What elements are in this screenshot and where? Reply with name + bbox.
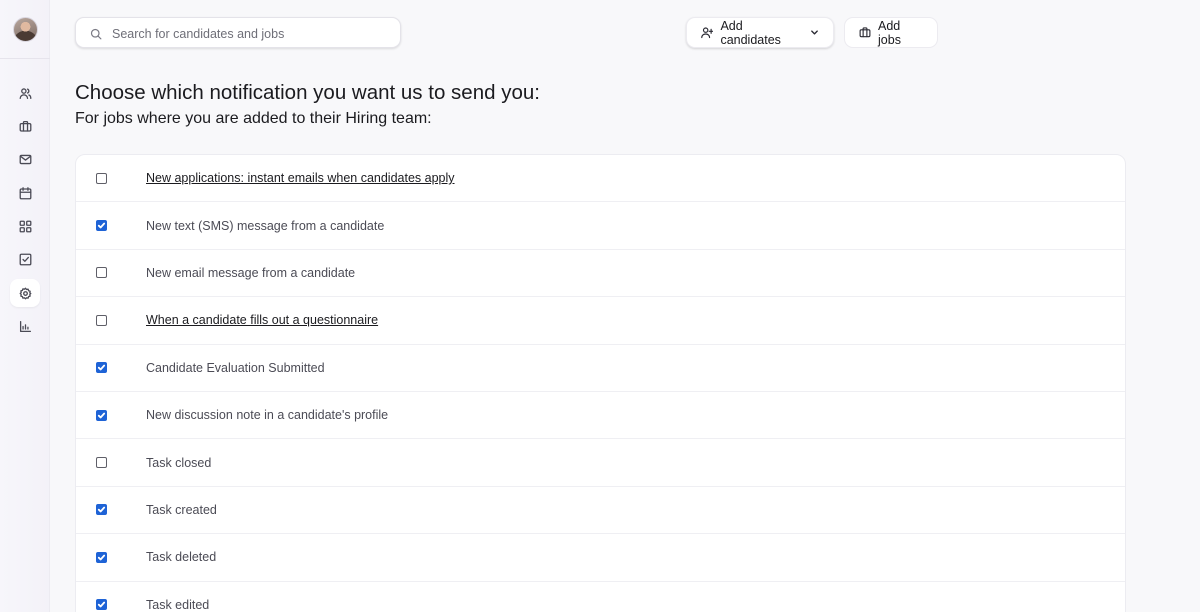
mail-icon bbox=[19, 154, 31, 164]
search-icon bbox=[90, 27, 102, 40]
notification-row: New applications: instant emails when ca… bbox=[76, 155, 1125, 203]
notification-label: Task edited bbox=[146, 597, 210, 612]
check-icon bbox=[97, 222, 106, 229]
notification-row: Task deleted bbox=[76, 534, 1125, 582]
sidebar-item-reports[interactable] bbox=[10, 312, 40, 340]
notification-row: Task edited bbox=[76, 582, 1125, 612]
sidebar-divider bbox=[0, 58, 50, 59]
sidebar-item-mail[interactable] bbox=[10, 145, 40, 173]
add-candidates-button[interactable]: Add candidates bbox=[686, 17, 834, 48]
notification-label[interactable]: When a candidate fills out a questionnai… bbox=[146, 313, 378, 327]
sidebar-item-candidates[interactable] bbox=[10, 79, 40, 107]
notification-checkbox[interactable] bbox=[96, 362, 107, 374]
jobs-icon bbox=[19, 120, 31, 132]
notification-row: When a candidate fills out a questionnai… bbox=[76, 297, 1125, 345]
add-candidates-label: Add candidates bbox=[720, 18, 781, 47]
check-icon bbox=[97, 364, 106, 371]
notification-row: New discussion note in a candidate's pro… bbox=[76, 392, 1125, 440]
notification-row: Task closed bbox=[76, 439, 1125, 487]
notification-checkbox[interactable] bbox=[96, 504, 107, 516]
sidebar-item-tasks[interactable] bbox=[10, 245, 40, 273]
sidebar-item-dashboard[interactable] bbox=[10, 212, 40, 240]
reports-icon bbox=[19, 320, 31, 332]
briefcase-icon bbox=[859, 27, 871, 38]
notification-list: New applications: instant emails when ca… bbox=[75, 154, 1126, 612]
check-icon bbox=[97, 554, 106, 561]
notification-checkbox[interactable] bbox=[96, 314, 107, 326]
sidebar-item-settings[interactable] bbox=[10, 279, 40, 307]
settings-icon bbox=[19, 287, 31, 299]
notification-checkbox[interactable] bbox=[96, 599, 107, 611]
notification-checkbox[interactable] bbox=[96, 220, 107, 232]
notification-checkbox[interactable] bbox=[96, 409, 107, 421]
notification-label: New text (SMS) message from a candidate bbox=[146, 218, 385, 233]
notification-label: Task closed bbox=[146, 455, 212, 470]
check-icon bbox=[97, 507, 106, 513]
notification-row: New text (SMS) message from a candidate bbox=[76, 202, 1125, 250]
add-user-icon bbox=[701, 27, 714, 39]
notification-row: New email message from a candidate bbox=[76, 250, 1125, 298]
notification-label: New email message from a candidate bbox=[146, 265, 356, 280]
page-title: Choose which notification you want us to… bbox=[75, 81, 540, 104]
search-box[interactable] bbox=[75, 17, 401, 48]
sidebar bbox=[0, 0, 50, 612]
tasks-icon bbox=[19, 253, 31, 265]
check-icon bbox=[97, 412, 106, 419]
dashboard-icon bbox=[19, 220, 31, 232]
notification-label: New discussion note in a candidate's pro… bbox=[146, 408, 389, 423]
notification-row: Task created bbox=[76, 487, 1125, 535]
chevron-down-icon bbox=[810, 26, 819, 40]
user-avatar[interactable] bbox=[13, 17, 38, 42]
notification-label[interactable]: New applications: instant emails when ca… bbox=[146, 171, 455, 185]
notification-label: Candidate Evaluation Submitted bbox=[146, 360, 325, 375]
notification-checkbox[interactable] bbox=[96, 457, 107, 469]
candidates-icon bbox=[19, 87, 31, 99]
add-jobs-label: Add jobs bbox=[878, 18, 901, 47]
section-subtitle: For jobs where you are added to their Hi… bbox=[75, 110, 432, 127]
search-input[interactable] bbox=[112, 24, 392, 44]
notification-checkbox[interactable] bbox=[96, 551, 107, 563]
notification-row: Candidate Evaluation Submitted bbox=[76, 345, 1125, 392]
check-icon bbox=[97, 601, 106, 608]
notification-label: Task deleted bbox=[146, 550, 217, 565]
notification-label: Task created bbox=[146, 502, 217, 517]
add-jobs-button[interactable]: Add jobs bbox=[844, 17, 938, 48]
sidebar-item-jobs[interactable] bbox=[10, 112, 40, 140]
notification-checkbox[interactable] bbox=[96, 267, 107, 279]
sidebar-item-calendar[interactable] bbox=[10, 179, 40, 207]
calendar-icon bbox=[19, 186, 31, 199]
notification-checkbox[interactable] bbox=[96, 172, 107, 184]
